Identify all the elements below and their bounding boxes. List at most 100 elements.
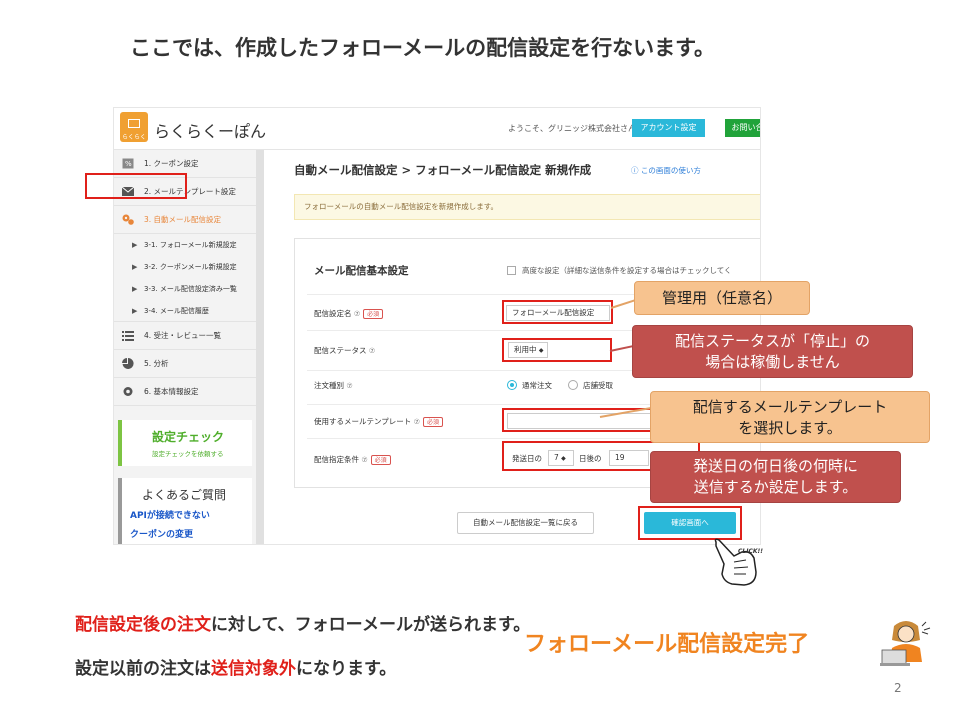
callout-condition: 発送日の何日後の何時に 送信するか設定します。 xyxy=(650,451,901,503)
field-label-text: 使用するメールテンプレート xyxy=(314,417,412,426)
order-type-normal-label: 通常注文 xyxy=(522,381,552,390)
settings-check-subtitle: 設定チェックを依頼する xyxy=(152,450,224,458)
chevron-right-icon: ▶ xyxy=(132,241,138,249)
logo-icon[interactable]: らくらく xyxy=(120,112,148,142)
sidebar-subitem-label: 3-2. クーポンメール新規設定 xyxy=(144,263,237,271)
chevron-right-icon: ▶ xyxy=(132,307,138,315)
question-icon: ⑦ xyxy=(361,456,368,464)
faq-link-api[interactable]: APIが接続できない xyxy=(130,508,210,521)
callout-line: 発送日の何日後の何時に xyxy=(692,457,858,475)
sidebar-subitem-mail-list[interactable]: ▶ 3-3. メール配信設定済み一覧 xyxy=(114,278,256,300)
sidebar-item-label: 4. 受注・レビュー一覧 xyxy=(144,331,222,340)
slide-title: ここでは、作成したフォローメールの配信設定を行ないます。 xyxy=(130,36,716,60)
completion-text: フォローメール配信設定完了 xyxy=(524,632,810,657)
presenter-illustration xyxy=(880,621,931,666)
faq-box: よくあるご質問 APIが接続できない クーポンの変更 xyxy=(118,478,252,544)
field-label-condition: 配信指定条件 ⑦ 必須 xyxy=(314,454,391,465)
body-text: 設定以前の注文は xyxy=(75,659,211,679)
logo-mark-text: らくらく xyxy=(121,134,146,141)
faq-title: よくあるご質問 xyxy=(142,488,227,502)
click-label: CLICK!! xyxy=(738,548,763,555)
sidebar-item-label: 5. 分析 xyxy=(144,359,169,368)
callout-line: 場合は稼働しません xyxy=(705,353,840,371)
field-label-status: 配信ステータス ⑦ xyxy=(314,345,375,356)
app-header: らくらく らくらくーぽん ようこそ、グリニッジ株式会社さん アカウント設定 お問… xyxy=(114,108,760,150)
highlight-mail-template xyxy=(85,173,187,199)
field-label-text: 配信指定条件 xyxy=(314,455,359,464)
sidebar-scrollbar[interactable] xyxy=(256,150,264,544)
coupon-icon: % xyxy=(122,158,134,169)
contact-button[interactable]: お問い合 xyxy=(725,119,760,137)
page-number: 2 xyxy=(894,681,902,695)
callout-line: 送信するか設定します。 xyxy=(693,478,858,496)
chevron-right-icon: ▶ xyxy=(132,285,138,293)
back-to-list-button[interactable]: 自動メール配信設定一覧に戻る xyxy=(457,512,594,534)
help-link[interactable]: ⓘ この画面の使い方 xyxy=(631,165,701,176)
highlight-setting-name xyxy=(502,300,613,324)
help-link-label: この画面の使い方 xyxy=(640,166,701,175)
form-title: メール配信基本設定 xyxy=(314,265,409,277)
sidebar-subitem-coupon-mail[interactable]: ▶ 3-2. クーポンメール新規設定 xyxy=(114,256,256,278)
callout-status: 配信ステータスが「停止」の 場合は稼働しません xyxy=(632,325,913,378)
body-text: になります。 xyxy=(296,659,397,679)
welcome-text: ようこそ、グリニッジ株式会社さん xyxy=(508,124,636,133)
sidebar-item-label: 1. クーポン設定 xyxy=(144,159,199,168)
callout-line: 配信ステータスが「停止」の xyxy=(674,332,870,350)
faq-link-coupon[interactable]: クーポンの変更 xyxy=(130,527,193,540)
field-label-text: 配信設定名 xyxy=(314,309,352,318)
advanced-settings-checkbox[interactable] xyxy=(507,266,516,275)
emphasis-text: 送信対象外 xyxy=(211,659,296,679)
required-badge: 必須 xyxy=(422,417,443,427)
bottom-text-line2: 設定以前の注文は送信対象外になります。 xyxy=(75,654,396,679)
callout-line: を選択します。 xyxy=(738,419,842,437)
emphasis-text: 配信設定後の注文 xyxy=(75,615,211,635)
page-title: 自動メール配信設定 > フォローメール配信設定 新規作成 xyxy=(294,163,592,177)
body-text: に対して、フォローメールが送られます。 xyxy=(211,615,531,635)
envelope-icon xyxy=(128,119,140,128)
field-label-template: 使用するメールテンプレート ⑦ 必須 xyxy=(314,416,443,427)
sidebar-item-label: 3. 自動メール配信設定 xyxy=(144,215,222,224)
question-icon: ⑦ xyxy=(368,347,376,355)
question-circle-icon: ⓘ xyxy=(631,166,641,175)
sidebar: % 1. クーポン設定 2. メールテンプレート設定 3. 自動メール配信設定 … xyxy=(114,150,264,544)
bottom-text-line1: 配信設定後の注文に対して、フォローメールが送られます。 xyxy=(75,610,530,635)
required-badge: 必須 xyxy=(363,309,384,319)
order-type-radio-store[interactable] xyxy=(568,380,578,390)
sidebar-subitem-follow-mail[interactable]: ▶ 3-1. フォローメール新規設定 xyxy=(114,234,256,256)
question-icon: ⑦ xyxy=(413,418,420,426)
sidebar-item-basic-info[interactable]: 6. 基本情報設定 xyxy=(114,378,256,406)
field-label-name: 配信設定名 ⑦ 必須 xyxy=(314,308,384,319)
sidebar-subitem-label: 3-1. フォローメール新規設定 xyxy=(144,241,237,249)
sidebar-subitem-label: 3-3. メール配信設定済み一覧 xyxy=(144,285,237,293)
list-icon xyxy=(122,331,134,341)
settings-check-box[interactable]: 設定チェック 設定チェックを依頼する xyxy=(118,420,252,466)
chevron-right-icon: ▶ xyxy=(132,263,138,271)
pointing-hand-icon xyxy=(714,538,757,586)
account-settings-button[interactable]: アカウント設定 xyxy=(632,119,705,137)
question-icon: ⑦ xyxy=(353,310,361,318)
gears-icon xyxy=(122,214,134,225)
gear-icon xyxy=(123,387,133,396)
highlight-confirm xyxy=(638,506,742,540)
sidebar-item-analysis[interactable]: 5. 分析 xyxy=(114,350,256,378)
field-label-text: 配信ステータス xyxy=(314,346,367,355)
notice-banner: フォローメールの自動メール配信設定を新規作成します。 xyxy=(294,194,760,220)
sidebar-subitem-label: 3-4. メール配信履歴 xyxy=(144,307,209,315)
sidebar-subitem-mail-history[interactable]: ▶ 3-4. メール配信履歴 xyxy=(114,300,256,322)
sidebar-item-orders[interactable]: 4. 受注・レビュー一覧 xyxy=(114,322,256,350)
field-label-order-type: 注文種別 ⑦ xyxy=(314,380,353,391)
svg-text:%: % xyxy=(125,160,132,168)
callout-line: 配信するメールテンプレート xyxy=(692,398,888,416)
required-badge: 必須 xyxy=(370,455,391,465)
callout-admin-name: 管理用（任意名） xyxy=(634,281,810,315)
sidebar-item-auto-mail[interactable]: 3. 自動メール配信設定 xyxy=(114,206,256,234)
question-icon: ⑦ xyxy=(346,382,353,390)
sidebar-item-label: 6. 基本情報設定 xyxy=(144,387,199,396)
order-type-radio-normal[interactable] xyxy=(507,380,517,390)
app-logo-text[interactable]: らくらくーぽん xyxy=(154,118,266,142)
callout-template: 配信するメールテンプレート を選択します。 xyxy=(650,391,930,443)
field-label-text: 注文種別 xyxy=(314,381,344,390)
order-type-store-label: 店舗受取 xyxy=(583,381,613,390)
highlight-status xyxy=(502,338,612,362)
settings-check-title: 設定チェック xyxy=(152,430,225,444)
